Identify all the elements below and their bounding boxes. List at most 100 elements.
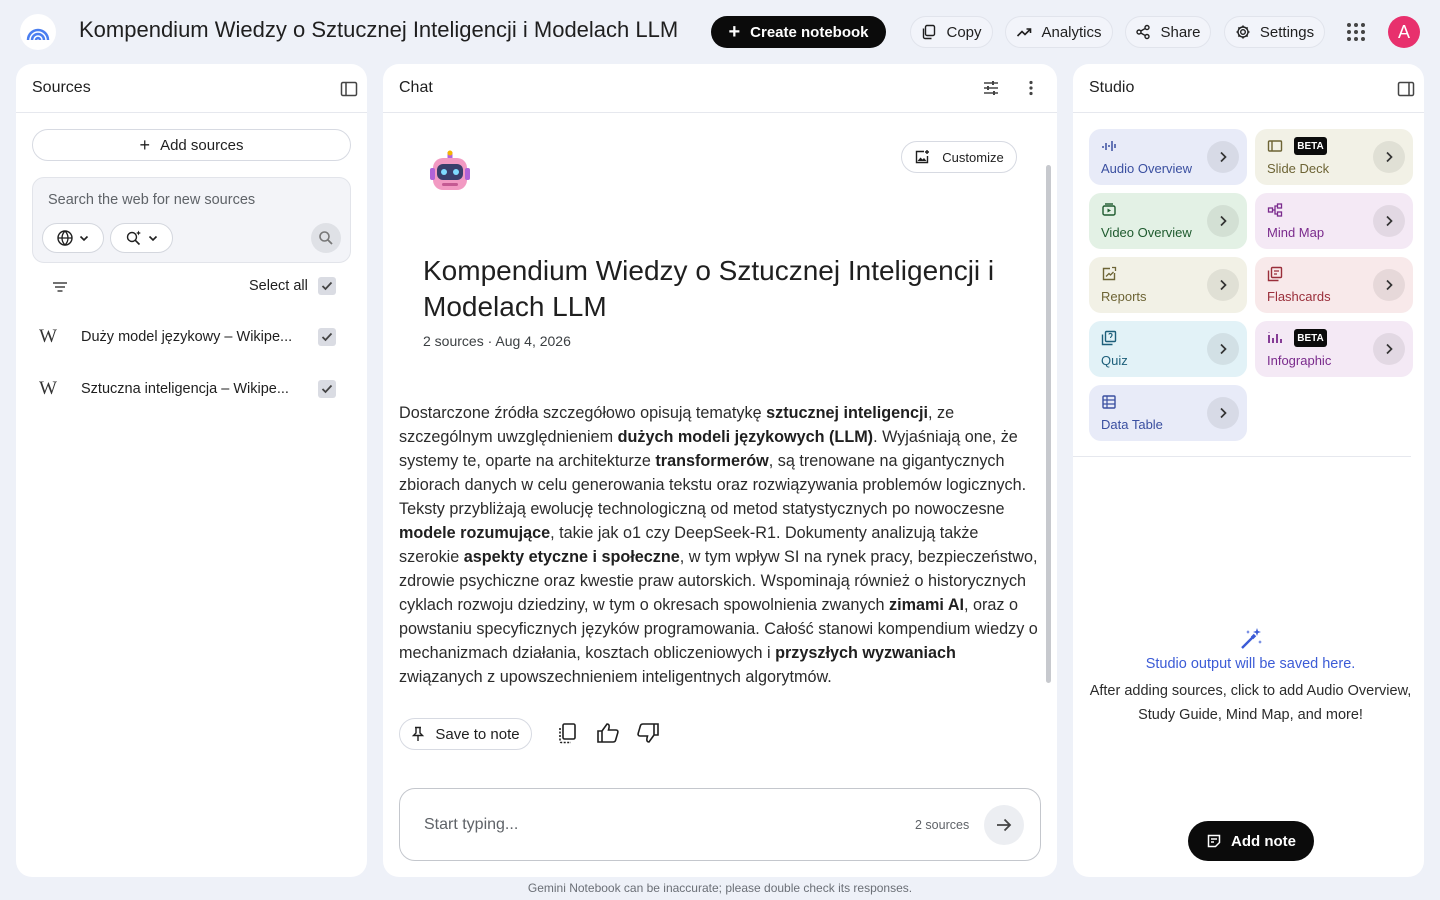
add-note-button[interactable]: Add note xyxy=(1188,821,1314,861)
slides-icon xyxy=(1267,138,1283,154)
tune-icon[interactable] xyxy=(982,79,1000,102)
chat-scrollbar[interactable] xyxy=(1046,165,1051,683)
chevron-right-icon[interactable] xyxy=(1373,141,1405,173)
gear-icon xyxy=(1236,25,1250,39)
search-icon xyxy=(319,231,333,245)
audio-overview-tile[interactable]: Audio Overview xyxy=(1089,129,1247,185)
chat-body: Customize Kompendium Wiedzy o Sztucznej … xyxy=(383,113,1057,877)
summary-emphasis: przyszłych wyzwaniach xyxy=(775,644,956,662)
chevron-right-icon[interactable] xyxy=(1207,269,1239,301)
source-item[interactable]: W Duży model językowy – Wikipe... xyxy=(32,317,351,357)
collapse-panel-icon[interactable] xyxy=(1397,80,1415,103)
sources-header: Sources xyxy=(16,64,367,113)
chat-input-box: Start typing... 2 sources xyxy=(399,788,1041,861)
check-icon xyxy=(321,384,333,394)
wikipedia-icon: W xyxy=(39,326,57,347)
disclaimer-footer: Gemini Notebook can be inaccurate; pleas… xyxy=(527,881,913,895)
chevron-right-icon[interactable] xyxy=(1207,333,1239,365)
chevron-down-icon xyxy=(148,235,157,242)
mind-map-tile[interactable]: Mind Map xyxy=(1255,193,1413,249)
select-all-checkbox[interactable] xyxy=(318,277,336,295)
chevron-right-icon[interactable] xyxy=(1207,205,1239,237)
notebook-meta: 2 sources · Aug 4, 2026 xyxy=(423,333,571,349)
settings-label: Settings xyxy=(1259,23,1315,41)
thumbs-up-icon[interactable] xyxy=(594,719,622,747)
chevron-right-icon[interactable] xyxy=(1373,269,1405,301)
check-icon xyxy=(321,332,333,342)
chat-panel: Chat Customize Kompendium Wiedzy o Sztuc… xyxy=(383,64,1057,877)
select-all-row: Select all xyxy=(32,273,351,301)
share-button[interactable]: Share xyxy=(1125,16,1211,48)
create-notebook-button[interactable]: + Create notebook xyxy=(711,16,886,48)
quiz-icon xyxy=(1101,330,1117,346)
quiz-tile[interactable]: Quiz xyxy=(1089,321,1247,377)
customize-button[interactable]: Customize xyxy=(901,141,1017,173)
reports-tile[interactable]: Reports xyxy=(1089,257,1247,313)
audio-waveform-icon xyxy=(1101,138,1117,154)
tile-label: Video Overview xyxy=(1101,225,1192,240)
add-sources-button[interactable]: + Add sources xyxy=(32,129,351,161)
studio-header: Studio xyxy=(1073,64,1424,113)
chevron-right-icon[interactable] xyxy=(1373,205,1405,237)
flashcards-tile[interactable]: Flashcards xyxy=(1255,257,1413,313)
flashcards-icon xyxy=(1267,266,1283,282)
source-checkbox[interactable] xyxy=(318,328,336,346)
tile-label: Slide Deck xyxy=(1267,161,1330,176)
divider xyxy=(1073,456,1411,457)
source-item-label: Duży model językowy – Wikipe... xyxy=(81,329,291,345)
data-table-tile[interactable]: Data Table xyxy=(1089,385,1247,441)
source-item[interactable]: W Sztuczna inteligencja – Wikipe... xyxy=(32,369,351,409)
tile-label: Flashcards xyxy=(1267,289,1331,304)
chevron-right-icon[interactable] xyxy=(1207,397,1239,429)
save-to-note-label: Save to note xyxy=(435,725,520,743)
thumbs-down-icon[interactable] xyxy=(634,719,662,747)
robot-emoji-icon xyxy=(427,150,473,196)
search-sparkle-icon xyxy=(126,230,141,246)
summary-text: związanych z upowszechnieniem inteligent… xyxy=(399,668,832,686)
summary-emphasis: aspekty etyczne i społeczne xyxy=(463,548,680,566)
search-input[interactable]: Search the web for new sources xyxy=(48,192,255,208)
chat-input[interactable]: Start typing... xyxy=(424,816,518,834)
research-mode-dropdown[interactable] xyxy=(110,223,173,253)
collapse-panel-icon[interactable] xyxy=(340,80,358,103)
avatar[interactable]: A xyxy=(1388,16,1420,48)
copy-response-icon[interactable] xyxy=(553,719,581,747)
chevron-right-icon[interactable] xyxy=(1207,141,1239,173)
apps-grid-icon[interactable] xyxy=(1343,19,1369,45)
save-to-note-button[interactable]: Save to note xyxy=(399,718,532,750)
video-overview-tile[interactable]: Video Overview xyxy=(1089,193,1247,249)
copy-button[interactable]: Copy xyxy=(910,16,993,48)
report-icon xyxy=(1101,266,1117,282)
image-edit-icon xyxy=(916,150,930,164)
more-vert-icon[interactable] xyxy=(1023,79,1039,102)
top-bar: Kompendium Wiedzy o Sztucznej Inteligenc… xyxy=(0,0,1440,64)
plus-icon: + xyxy=(139,135,151,155)
notebook-summary: Dostarczone źródła szczegółowo opisują t… xyxy=(399,401,1039,689)
sources-panel: Sources + Add sources Search the web for… xyxy=(16,64,367,877)
infographic-tile[interactable]: BETA Infographic xyxy=(1255,321,1413,377)
slide-deck-tile[interactable]: BETA Slide Deck xyxy=(1255,129,1413,185)
trending-up-icon xyxy=(1017,28,1032,37)
summary-text: Dostarczone źródła szczegółowo opisują t… xyxy=(399,404,767,422)
chevron-right-icon[interactable] xyxy=(1373,333,1405,365)
source-checkbox[interactable] xyxy=(318,380,336,398)
filter-icon[interactable] xyxy=(52,280,68,299)
tile-label: Mind Map xyxy=(1267,225,1325,240)
summary-emphasis: sztucznej inteligencji xyxy=(766,404,929,422)
chat-header: Chat xyxy=(383,64,1057,113)
summary-emphasis: modele rozumujące xyxy=(399,524,551,542)
web-search-box: Search the web for new sources xyxy=(32,177,351,263)
settings-button[interactable]: Settings xyxy=(1224,16,1325,48)
notebook-title[interactable]: Kompendium Wiedzy o Sztucznej Inteligenc… xyxy=(79,17,678,43)
analytics-button[interactable]: Analytics xyxy=(1005,16,1113,48)
notebook-logo-icon[interactable] xyxy=(20,14,56,50)
search-submit-button[interactable] xyxy=(311,223,341,253)
share-label: Share xyxy=(1160,23,1201,41)
source-item-label: Sztuczna inteligencja – Wikipe... xyxy=(81,381,289,397)
chevron-down-icon xyxy=(79,235,89,242)
table-icon xyxy=(1101,394,1117,410)
web-source-dropdown[interactable] xyxy=(42,223,104,253)
summary-emphasis: transformerów xyxy=(655,452,769,470)
send-button[interactable] xyxy=(984,805,1024,845)
globe-icon xyxy=(57,230,73,246)
